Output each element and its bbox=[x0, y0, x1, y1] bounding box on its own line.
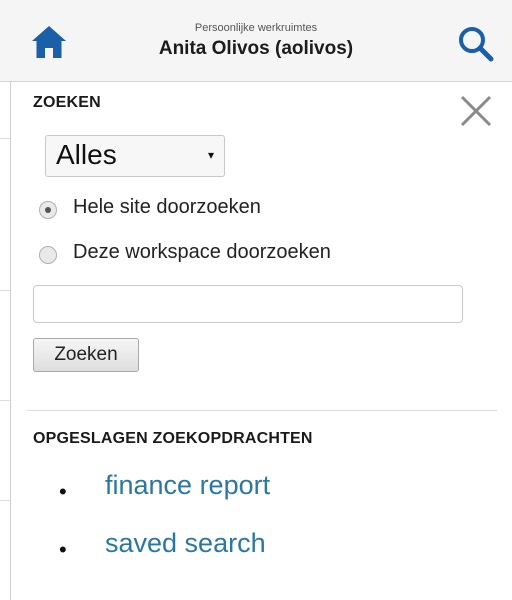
saved-searches-title: OPGESLAGEN ZOEKOPDRACHTEN bbox=[33, 430, 313, 447]
workspace-label: Persoonlijke werkruimtes bbox=[194, 22, 318, 34]
radio-button-unchecked[interactable] bbox=[39, 246, 57, 264]
app-window: Persoonlijke werkruimtes Anita Olivos (a… bbox=[0, 0, 512, 600]
header-search-button[interactable] bbox=[456, 24, 496, 64]
user-name: Anita Olivos (aolivos) bbox=[158, 38, 354, 59]
search-input[interactable] bbox=[33, 285, 463, 323]
background-divider bbox=[0, 138, 10, 139]
radio-label: Deze workspace doorzoeken bbox=[73, 241, 331, 263]
section-divider bbox=[27, 410, 497, 411]
close-button[interactable] bbox=[455, 90, 497, 132]
saved-search-link[interactable]: saved search bbox=[105, 528, 266, 559]
chevron-down-icon: ▾ bbox=[207, 148, 214, 162]
home-button[interactable] bbox=[30, 24, 68, 60]
header-bar: Persoonlijke werkruimtes Anita Olivos (a… bbox=[0, 0, 512, 82]
background-divider bbox=[0, 290, 10, 291]
home-icon bbox=[32, 26, 66, 58]
close-icon bbox=[460, 95, 492, 127]
bullet-icon: • bbox=[59, 537, 67, 562]
search-icon bbox=[459, 27, 494, 62]
radio-label: Hele site doorzoeken bbox=[73, 196, 261, 218]
bullet-icon: • bbox=[59, 479, 67, 504]
search-title: ZOEKEN bbox=[33, 94, 101, 111]
background-divider bbox=[0, 500, 10, 501]
saved-search-link[interactable]: finance report bbox=[105, 470, 270, 501]
scope-select[interactable]: Alles ▾ bbox=[45, 135, 225, 177]
background-divider bbox=[0, 400, 10, 401]
search-panel: ZOEKEN Alles ▾ Hele site doorzoeken Deze… bbox=[10, 82, 512, 600]
radio-button-checked[interactable] bbox=[39, 201, 57, 219]
scope-select-value: Alles bbox=[56, 139, 117, 170]
search-submit-button[interactable]: Zoeken bbox=[33, 338, 139, 372]
